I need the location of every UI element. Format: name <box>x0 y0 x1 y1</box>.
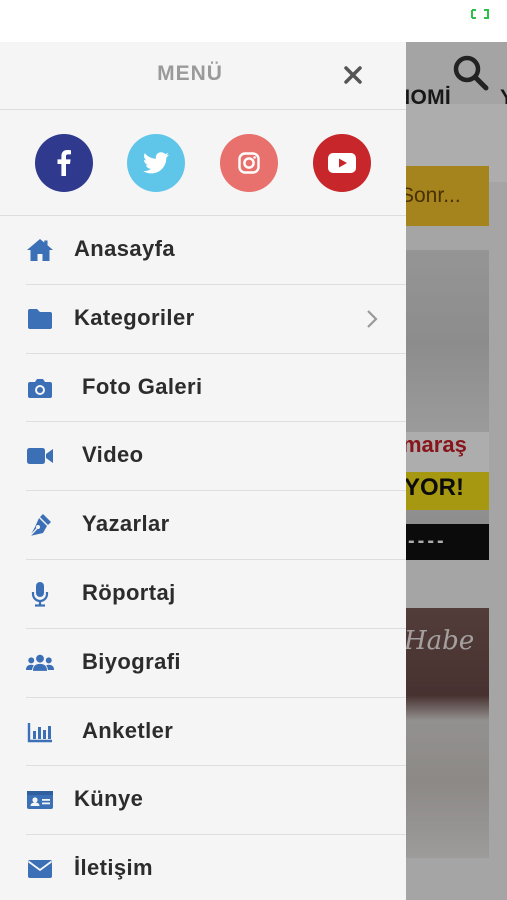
users-icon <box>26 650 54 676</box>
close-icon[interactable] <box>340 62 366 88</box>
menu-item-label: Biyografi <box>82 648 181 674</box>
menu-item-foto-galeri[interactable]: Foto Galeri <box>26 354 406 423</box>
microphone-icon <box>26 581 54 607</box>
twitter-icon <box>143 152 169 174</box>
facebook-icon <box>57 150 71 176</box>
battery-icon <box>471 9 489 19</box>
menu-item-label: Anketler <box>82 717 174 743</box>
menu-item-kategoriler[interactable]: Kategoriler <box>26 285 406 354</box>
menu-item-anasayfa[interactable]: Anasayfa <box>26 216 406 285</box>
drawer-header: MENÜ <box>0 42 406 110</box>
menu-item-label: Foto Galeri <box>82 373 203 399</box>
menu-item-iletisim[interactable]: İletişim <box>26 835 406 900</box>
instagram-button[interactable] <box>220 134 278 192</box>
bar-chart-icon <box>26 719 54 745</box>
menu-item-roportaj[interactable]: Röportaj <box>26 560 406 629</box>
twitter-button[interactable] <box>127 134 185 192</box>
youtube-icon <box>328 153 356 173</box>
menu-list: Anasayfa Kategoriler Foto Galeri Video Y… <box>0 216 406 900</box>
menu-item-label: Video <box>82 442 144 468</box>
video-camera-icon <box>26 443 54 469</box>
home-icon <box>26 237 54 263</box>
menu-item-label: Kategoriler <box>74 304 195 330</box>
menu-item-label: Anasayfa <box>74 236 176 261</box>
menu-item-label: Yazarlar <box>82 511 170 537</box>
menu-item-yazarlar[interactable]: Yazarlar <box>26 491 406 560</box>
menu-item-label: Röportaj <box>82 579 176 605</box>
social-links <box>0 110 406 216</box>
envelope-icon <box>26 856 54 882</box>
menu-item-label: İletişim <box>74 855 154 881</box>
instagram-icon <box>238 152 260 174</box>
menu-title: MENÜ <box>157 62 223 85</box>
side-menu-drawer: MENÜ Anasayfa Kategoriler Foto Galeri Vi… <box>0 42 406 900</box>
menu-item-video[interactable]: Video <box>26 422 406 492</box>
id-card-icon <box>26 787 54 813</box>
folder-icon <box>26 306 54 332</box>
pen-nib-icon <box>26 512 54 538</box>
facebook-button[interactable] <box>35 134 93 192</box>
chevron-right-icon <box>367 310 378 328</box>
camera-icon <box>26 375 54 401</box>
youtube-button[interactable] <box>313 134 371 192</box>
menu-item-kunye[interactable]: Künye <box>26 766 406 836</box>
menu-item-anketler[interactable]: Anketler <box>26 698 406 767</box>
status-bar <box>0 0 507 42</box>
menu-item-biyografi[interactable]: Biyografi <box>26 629 406 698</box>
menu-item-label: Künye <box>74 786 144 812</box>
